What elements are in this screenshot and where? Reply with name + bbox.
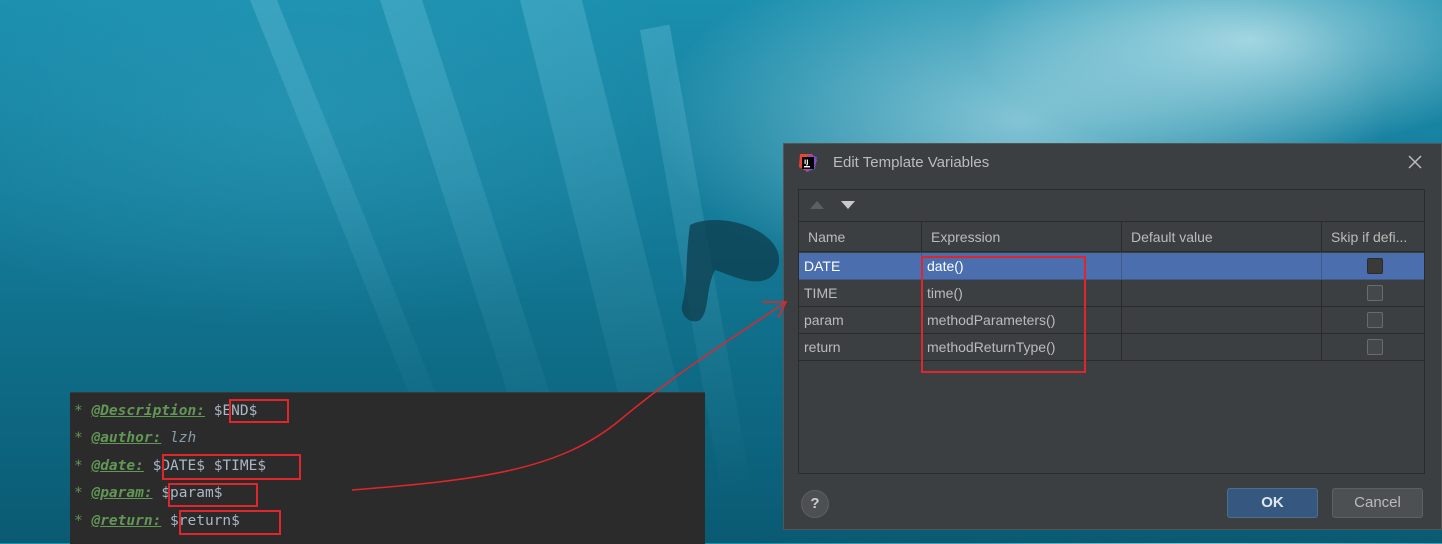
doc-tag: @author: xyxy=(91,430,162,446)
cancel-button[interactable]: Cancel xyxy=(1332,488,1423,518)
annotation-box-expressions xyxy=(921,256,1086,373)
table-toolbar xyxy=(799,190,1424,222)
comment-star: * xyxy=(74,513,83,529)
cell-skip-if-defined xyxy=(1322,307,1424,334)
swimmer-silhouette xyxy=(681,220,780,322)
annotation-box-date-time xyxy=(162,454,301,480)
cell-default-value[interactable] xyxy=(1122,307,1322,334)
dialog-title-bar: IJ Edit Template Variables xyxy=(784,144,1441,182)
intellij-idea-icon: IJ xyxy=(799,154,817,172)
cell-skip-if-defined xyxy=(1322,253,1424,280)
skip-checkbox[interactable] xyxy=(1367,339,1383,355)
doc-tag: @Description: xyxy=(91,403,205,419)
move-down-icon[interactable] xyxy=(840,199,856,211)
annotation-box-end xyxy=(229,399,289,423)
cell-default-value[interactable] xyxy=(1122,253,1322,280)
cell-default-value[interactable] xyxy=(1122,334,1322,361)
doc-tag: @return: xyxy=(91,513,162,529)
move-up-icon[interactable] xyxy=(809,199,825,211)
ok-button[interactable]: OK xyxy=(1227,488,1318,518)
svg-text:IJ: IJ xyxy=(804,159,808,166)
table-row[interactable]: param methodParameters() xyxy=(799,307,1424,334)
cell-name[interactable]: param xyxy=(799,307,922,334)
edit-template-variables-dialog: IJ Edit Template Variables Name Expressi… xyxy=(783,143,1442,530)
help-button[interactable]: ? xyxy=(801,490,829,518)
dialog-title: Edit Template Variables xyxy=(833,154,990,171)
doc-tag: @param: xyxy=(91,485,153,501)
variables-table-panel: Name Expression Default value Skip if de… xyxy=(798,189,1425,474)
cell-skip-if-defined xyxy=(1322,280,1424,307)
column-header-name[interactable]: Name xyxy=(799,222,922,252)
table-row[interactable]: DATE date() xyxy=(799,253,1424,280)
doc-tag: @date: xyxy=(91,458,144,474)
column-header-default-value[interactable]: Default value xyxy=(1122,222,1322,252)
comment-star: * xyxy=(74,403,83,419)
cell-name[interactable]: return xyxy=(799,334,922,361)
close-icon[interactable] xyxy=(1407,154,1423,170)
doc-value: lzh xyxy=(170,430,197,446)
column-header-skip-if-defined[interactable]: Skip if defi... xyxy=(1322,222,1424,252)
cell-default-value[interactable] xyxy=(1122,280,1322,307)
comment-star: * xyxy=(74,430,83,446)
table-row[interactable]: return methodReturnType() xyxy=(799,334,1424,361)
cell-name[interactable]: TIME xyxy=(799,280,922,307)
cell-name[interactable]: DATE xyxy=(799,253,922,280)
comment-star: * xyxy=(74,485,83,501)
table-row[interactable]: TIME time() xyxy=(799,280,1424,307)
code-line-author: * @author: lzh xyxy=(74,425,196,452)
variables-table: Name Expression Default value Skip if de… xyxy=(799,222,1424,473)
annotation-box-param xyxy=(168,483,258,507)
code-snippet-panel: * @Description: $END$ * @author: lzh * @… xyxy=(70,392,705,544)
comment-star: * xyxy=(74,458,83,474)
column-header-expression[interactable]: Expression xyxy=(922,222,1122,252)
annotation-box-return xyxy=(179,510,281,535)
cell-skip-if-defined xyxy=(1322,334,1424,361)
skip-checkbox[interactable] xyxy=(1367,285,1383,301)
skip-checkbox[interactable] xyxy=(1367,258,1383,274)
skip-checkbox[interactable] xyxy=(1367,312,1383,328)
